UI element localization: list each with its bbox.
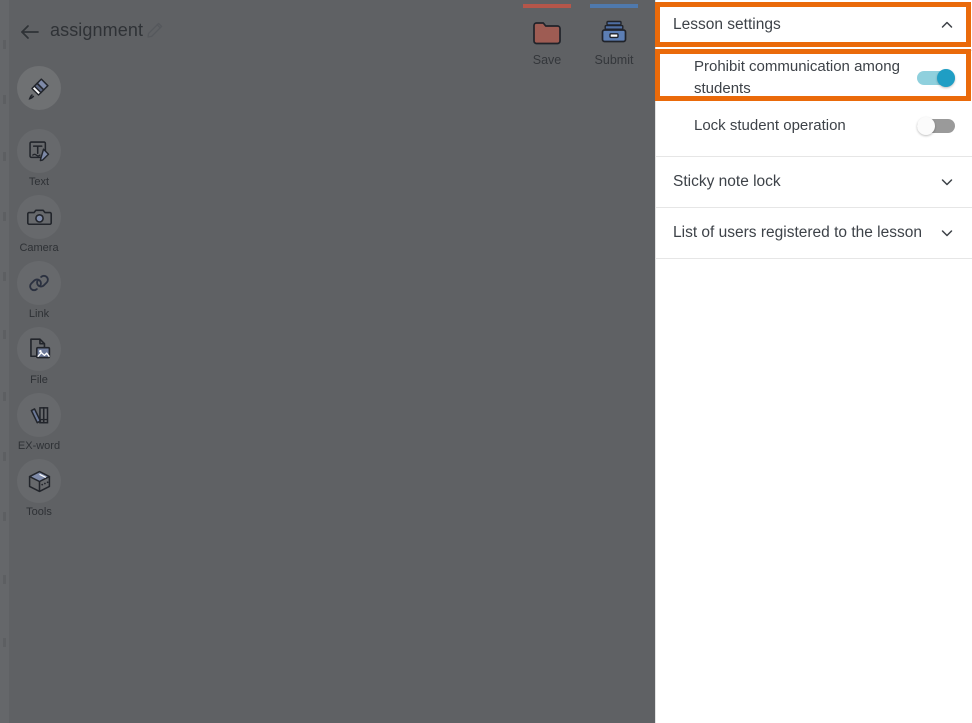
submit-label: Submit (594, 53, 634, 67)
registered-users-header[interactable]: List of users registered to the lesson (656, 208, 972, 259)
save-label: Save (532, 53, 562, 67)
prohibit-communication-toggle[interactable] (917, 69, 955, 87)
back-arrow-icon[interactable] (16, 18, 44, 46)
toolbox-cube-icon (17, 459, 61, 503)
tool-file-label: File (30, 374, 48, 386)
camera-icon (17, 195, 61, 239)
save-button[interactable]: Save (516, 4, 578, 67)
tool-file[interactable]: File (10, 327, 68, 387)
tool-exword[interactable]: EX-word (10, 393, 68, 453)
submit-button[interactable]: Submit (583, 4, 645, 67)
lock-student-operation-row[interactable]: Lock student operation (656, 105, 972, 147)
prohibit-communication-row[interactable]: Prohibit communication among students (656, 51, 972, 105)
link-chain-icon (17, 261, 61, 305)
chevron-down-icon (939, 174, 955, 190)
tray-icon (583, 18, 645, 48)
tool-tools-label: Tools (26, 506, 52, 518)
pencil-icon[interactable] (146, 21, 164, 39)
tool-camera[interactable]: Camera (10, 195, 68, 255)
registered-users-title: List of users registered to the lesson (673, 224, 922, 241)
lock-student-operation-label: Lock student operation (694, 117, 846, 134)
lesson-settings-title: Lesson settings (673, 16, 781, 33)
submit-tab-indicator (590, 4, 638, 8)
prohibit-communication-label: Prohibit communication among students (694, 58, 900, 97)
tool-palette: Text Camera Link File EX-word Tools (10, 66, 68, 525)
lock-student-operation-toggle[interactable] (917, 117, 955, 135)
lesson-settings-panel: Lesson settings Prohibit communication a… (655, 0, 972, 723)
text-note-icon (17, 129, 61, 173)
tool-link-label: Link (28, 308, 50, 320)
left-edge-rail (0, 0, 9, 723)
tool-link[interactable]: Link (10, 261, 68, 321)
books-icon (17, 393, 61, 437)
file-image-icon (17, 327, 61, 371)
app-root: assignment Save Submit Text Camera Link … (0, 0, 972, 723)
editor-toolbar: assignment Save Submit (0, 0, 655, 67)
sticky-note-lock-title: Sticky note lock (673, 173, 781, 190)
editor-canvas-dimmed: assignment Save Submit Text Camera Link … (0, 0, 655, 723)
tool-text-label: Text (28, 176, 50, 188)
tool-exword-label: EX-word (17, 440, 61, 452)
tool-camera-label: Camera (19, 242, 59, 254)
document-title[interactable]: assignment (50, 20, 143, 41)
chevron-up-icon (939, 17, 955, 33)
tool-text[interactable]: Text (10, 129, 68, 189)
tool-marker[interactable] (10, 66, 68, 110)
lesson-settings-header[interactable]: Lesson settings (656, 0, 972, 51)
save-tab-indicator (523, 4, 571, 8)
folder-icon (516, 18, 578, 48)
tool-tools[interactable]: Tools (10, 459, 68, 519)
sticky-note-lock-header[interactable]: Sticky note lock (656, 157, 972, 208)
marker-pen-icon (17, 66, 61, 110)
chevron-down-icon (939, 225, 955, 241)
